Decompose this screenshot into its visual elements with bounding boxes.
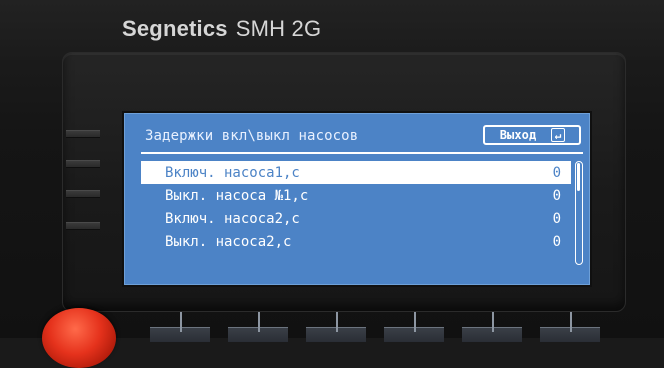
header-divider [141, 152, 583, 154]
soft-key-2[interactable] [258, 312, 260, 332]
parameter-label: Включ. насоса2,с [165, 210, 300, 227]
exit-button-label: Выход [499, 128, 537, 142]
soft-key-4[interactable] [414, 312, 416, 332]
list-item[interactable]: Включ. насоса2,с 0 [141, 207, 571, 230]
soft-key-3[interactable] [336, 312, 338, 332]
screen-header: Задержки вкл\выкл насосов Выход ↵ [145, 125, 581, 147]
side-indicator-1 [66, 130, 100, 138]
side-indicator-4 [66, 222, 100, 230]
parameter-value: 0 [552, 210, 561, 227]
list-item[interactable]: Выкл. насоса2,с 0 [141, 230, 571, 253]
hmi-device: Segnetics SMH 2G Задержки вкл\выкл насосо… [0, 0, 664, 368]
brand-name: Segnetics [122, 16, 228, 41]
device-top-strip [0, 0, 664, 60]
list-item[interactable]: Выкл. насоса №1,с 0 [141, 184, 571, 207]
soft-key-6[interactable] [570, 312, 572, 332]
parameter-label: Выкл. насоса2,с [165, 233, 292, 250]
soft-key-5[interactable] [492, 312, 494, 332]
parameter-value: 0 [552, 187, 561, 204]
return-icon: ↵ [551, 128, 565, 142]
list-item[interactable]: Включ. насоса1,с 0 [141, 161, 571, 184]
parameter-label: Выкл. насоса №1,с [165, 187, 309, 204]
exit-button[interactable]: Выход ↵ [483, 125, 581, 145]
screen-title: Задержки вкл\выкл насосов [145, 128, 359, 144]
side-indicator-2 [66, 160, 100, 168]
parameter-label: Включ. насоса1,с [165, 164, 300, 181]
parameter-value: 0 [552, 233, 561, 250]
parameter-list: Включ. насоса1,с 0 Выкл. насоса №1,с 0 В… [141, 161, 571, 253]
scroll-thumb[interactable] [577, 163, 580, 191]
scrollbar[interactable] [575, 161, 583, 265]
device-model: SMH 2G [235, 16, 322, 41]
lcd-screen: Задержки вкл\выкл насосов Выход ↵ Включ.… [124, 113, 590, 285]
side-indicator-3 [66, 190, 100, 198]
soft-key-1[interactable] [180, 312, 182, 332]
device-brand: Segnetics SMH 2G [122, 16, 321, 42]
parameter-value: 0 [552, 164, 561, 181]
stop-button[interactable] [42, 308, 116, 368]
